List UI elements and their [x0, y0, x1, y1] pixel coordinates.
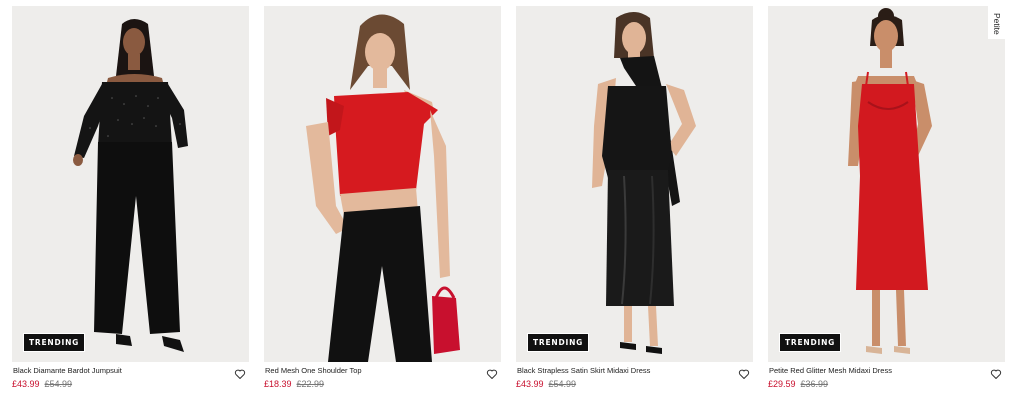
sale-price: £18.39 [264, 379, 292, 389]
product-name[interactable]: Black Diamante Bardot Jumpsuit [13, 366, 122, 375]
sale-price: £29.59 [768, 379, 796, 389]
product-image[interactable] [264, 6, 501, 362]
heart-outline-icon[interactable] [990, 368, 1002, 380]
model-photo [516, 6, 753, 362]
heart-outline-icon[interactable] [234, 368, 246, 380]
trending-badge: TRENDING [527, 333, 590, 352]
price-group: £43.99 £54.99 [516, 379, 576, 389]
was-price: £22.99 [296, 379, 325, 389]
product-image[interactable]: Petite TRENDING [768, 6, 1005, 362]
product-info: Red Mesh One Shoulder Top £18.39 £22.99 [264, 362, 501, 396]
price-group: £43.99 £54.99 [12, 379, 72, 389]
model-photo [264, 6, 501, 362]
heart-outline-icon[interactable] [486, 368, 498, 380]
product-card[interactable]: TRENDING Black Diamante Bardot Jumpsuit … [12, 6, 249, 396]
model-photo [12, 6, 249, 362]
was-price: £36.99 [800, 379, 829, 389]
product-image[interactable]: TRENDING [516, 6, 753, 362]
model-photo [768, 6, 1005, 362]
was-price: £54.99 [548, 379, 577, 389]
product-info: Black Strapless Satin Skirt Midaxi Dress… [516, 362, 753, 396]
product-card[interactable]: Red Mesh One Shoulder Top £18.39 £22.99 [264, 6, 501, 396]
heart-outline-icon[interactable] [738, 368, 750, 380]
price-group: £29.59 £36.99 [768, 379, 828, 389]
product-info: Petite Red Glitter Mesh Midaxi Dress £29… [768, 362, 1005, 396]
product-name[interactable]: Red Mesh One Shoulder Top [265, 366, 362, 375]
sale-price: £43.99 [516, 379, 544, 389]
sale-price: £43.99 [12, 379, 40, 389]
product-image[interactable]: TRENDING [12, 6, 249, 362]
trending-badge: TRENDING [23, 333, 86, 352]
product-name[interactable]: Black Strapless Satin Skirt Midaxi Dress [517, 366, 650, 375]
petite-tag: Petite [988, 6, 1005, 39]
product-card[interactable]: TRENDING Black Strapless Satin Skirt Mid… [516, 6, 753, 396]
price-group: £18.39 £22.99 [264, 379, 324, 389]
product-grid: TRENDING Black Diamante Bardot Jumpsuit … [0, 0, 1024, 403]
was-price: £54.99 [44, 379, 73, 389]
product-info: Black Diamante Bardot Jumpsuit £43.99 £54… [12, 362, 249, 396]
product-card[interactable]: Petite TRENDING Petite Red Glitter Mesh … [768, 6, 1005, 396]
trending-badge: TRENDING [779, 333, 842, 352]
product-name[interactable]: Petite Red Glitter Mesh Midaxi Dress [769, 366, 892, 375]
